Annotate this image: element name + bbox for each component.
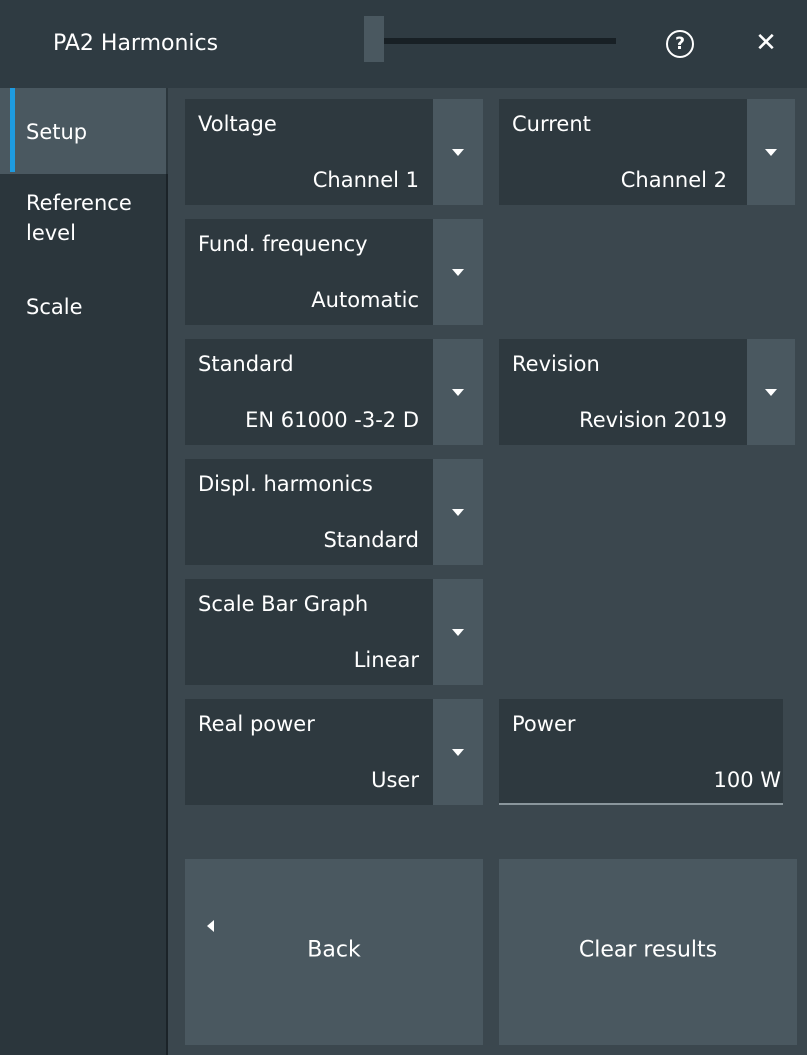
fund-frequency-value: Automatic [311, 288, 419, 312]
fund-frequency-label: Fund. frequency [198, 232, 368, 256]
power-input-underline [499, 803, 783, 805]
sidebar-item-reference-level[interactable]: Reference level [0, 188, 140, 260]
voltage-dropdown-button[interactable] [433, 99, 483, 205]
chevron-down-icon [452, 389, 464, 396]
sidebar-item-label: Reference level [26, 191, 132, 245]
chevron-down-icon [452, 269, 464, 276]
standard-field[interactable]: Standard EN 61000 -3-2 D [185, 339, 433, 445]
power-input[interactable]: Power 100 W [499, 699, 783, 803]
sidebar-item-setup[interactable]: Setup [0, 88, 166, 174]
displ-harmonics-label: Displ. harmonics [198, 472, 373, 496]
scale-bar-graph-value: Linear [353, 648, 419, 672]
revision-field[interactable]: Revision Revision 2019 [499, 339, 747, 445]
real-power-dropdown-button[interactable] [433, 699, 483, 805]
power-label: Power [512, 712, 576, 736]
chevron-down-icon [452, 749, 464, 756]
voltage-value: Channel 1 [312, 168, 419, 192]
scale-bar-graph-dropdown-button[interactable] [433, 579, 483, 685]
sidebar-item-label: Setup [26, 120, 88, 144]
displ-harmonics-value: Standard [323, 528, 419, 552]
revision-dropdown-button[interactable] [747, 339, 795, 445]
displ-harmonics-dropdown-button[interactable] [433, 459, 483, 565]
back-button-label: Back [307, 937, 361, 963]
power-value: 100 W [713, 768, 781, 792]
revision-label: Revision [512, 352, 600, 376]
chevron-down-icon [765, 149, 777, 156]
close-icon[interactable]: ✕ [754, 28, 778, 58]
arrow-left-icon [207, 920, 214, 932]
current-value: Channel 2 [620, 168, 727, 192]
current-label: Current [512, 112, 591, 136]
clear-results-button-label: Clear results [578, 937, 718, 963]
voltage-label: Voltage [198, 112, 277, 136]
voltage-field[interactable]: Voltage Channel 1 [185, 99, 433, 205]
clear-results-button[interactable]: Clear results [499, 859, 797, 1045]
real-power-label: Real power [198, 712, 315, 736]
standard-label: Standard [198, 352, 294, 376]
current-field[interactable]: Current Channel 2 [499, 99, 747, 205]
active-tab-indicator [10, 88, 15, 172]
fund-frequency-dropdown-button[interactable] [433, 219, 483, 325]
real-power-field[interactable]: Real power User [185, 699, 433, 805]
dialog-title: PA2 Harmonics [53, 31, 219, 56]
standard-dropdown-button[interactable] [433, 339, 483, 445]
chevron-down-icon [452, 629, 464, 636]
title-bar: PA2 Harmonics ? ✕ [0, 0, 807, 88]
help-icon[interactable]: ? [666, 30, 694, 58]
displ-harmonics-field[interactable]: Displ. harmonics Standard [185, 459, 433, 565]
fund-frequency-field[interactable]: Fund. frequency Automatic [185, 219, 433, 325]
chevron-down-icon [452, 149, 464, 156]
real-power-value: User [371, 768, 419, 792]
chevron-down-icon [452, 509, 464, 516]
drag-track [384, 38, 616, 44]
sidebar-item-label: Scale [26, 295, 83, 319]
scale-bar-graph-label: Scale Bar Graph [198, 592, 369, 616]
back-button[interactable]: Back [185, 859, 483, 1045]
drag-handle[interactable] [364, 16, 384, 62]
standard-value: EN 61000 -3-2 D [245, 408, 419, 432]
revision-value: Revision 2019 [579, 408, 727, 432]
current-dropdown-button[interactable] [747, 99, 795, 205]
sidebar-item-scale[interactable]: Scale [0, 292, 166, 332]
chevron-down-icon [765, 389, 777, 396]
scale-bar-graph-field[interactable]: Scale Bar Graph Linear [185, 579, 433, 685]
